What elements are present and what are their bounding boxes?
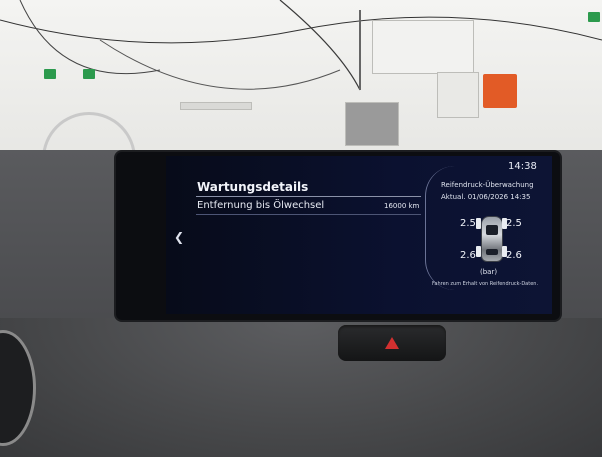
front-right-pressure: 2.5 — [506, 218, 522, 229]
tpms-note: Fahren zum Erhalt von Reifendruck-Daten. — [432, 281, 539, 287]
oil-change-distance-value: 16000 km — [384, 202, 420, 210]
car-windshield — [486, 225, 498, 235]
tire-rear-left-icon — [476, 246, 481, 257]
background-exit-sign — [44, 69, 56, 79]
tire-front-right-icon — [502, 218, 507, 229]
row-divider — [196, 214, 421, 215]
background-device — [437, 72, 479, 118]
pressure-unit: (bar) — [480, 268, 498, 276]
tire-rear-right-icon — [502, 246, 507, 257]
title-divider — [196, 196, 421, 197]
tire-front-left-icon — [476, 218, 481, 229]
background-panel — [345, 102, 399, 146]
tpms-updated: Aktual. 01/06/2026 14:35 — [441, 193, 531, 201]
car-rear-window — [486, 249, 498, 255]
back-chevron-icon[interactable]: ❮ — [174, 230, 184, 244]
clock: 14:38 — [508, 161, 537, 172]
oil-change-distance-label[interactable]: Entfernung bis Ölwechsel — [197, 200, 324, 211]
background-exit-sign — [588, 12, 600, 22]
page-title: Wartungsdetails — [197, 180, 309, 194]
background-first-aid-box — [483, 74, 517, 108]
tpms-title: Reifendruck-Überwachung — [441, 181, 534, 189]
background-exit-sign — [83, 69, 95, 79]
front-left-pressure: 2.5 — [460, 218, 476, 229]
hazard-button[interactable] — [338, 325, 446, 361]
dashboard-lower — [0, 318, 602, 457]
car-top-view-icon — [481, 216, 503, 262]
rear-left-pressure: 2.6 — [460, 250, 476, 261]
background-shelf — [180, 102, 252, 110]
hazard-triangle-icon — [385, 337, 399, 349]
background-cabinet — [372, 20, 474, 74]
rear-right-pressure: 2.6 — [506, 250, 522, 261]
